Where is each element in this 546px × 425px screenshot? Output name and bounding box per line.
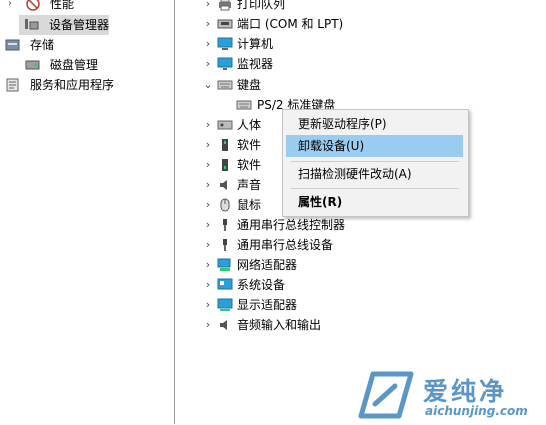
tree-item-label: 端口 (COM 和 LPT) — [237, 17, 344, 31]
chevron-right-icon[interactable]: › — [203, 14, 213, 34]
network-icon — [217, 258, 233, 272]
disk-management-icon — [25, 58, 41, 72]
menu-item-label: 属性(R) — [298, 195, 343, 209]
context-menu: 更新驱动程序(P) 卸载设备(U) 扫描检测硬件改动(A) 属性(R) — [282, 109, 469, 217]
device-manager-icon — [24, 18, 40, 32]
menu-separator — [291, 188, 459, 189]
watermark: 爱纯净 aichunjing.com — [355, 370, 545, 422]
chevron-right-icon[interactable]: › — [203, 215, 213, 235]
chevron-right-icon[interactable]: › — [203, 115, 213, 135]
tree-item-label: 软件 — [237, 138, 262, 152]
chevron-right-icon[interactable]: › — [203, 255, 213, 275]
services-icon — [5, 78, 21, 92]
keyboard-icon — [236, 98, 252, 112]
watermark-url: aichunjing.com — [425, 404, 528, 418]
watermark-logo-icon — [355, 370, 415, 422]
mouse-icon — [217, 198, 233, 212]
nav-item-label: 服务和应用程序 — [30, 78, 115, 92]
keyboard-icon — [217, 78, 233, 92]
chevron-right-icon[interactable]: › — [203, 0, 213, 14]
tree-item-label: 网络适配器 — [237, 258, 298, 272]
menu-item-scan-hardware[interactable]: 扫描检测硬件改动(A) — [286, 163, 463, 185]
chevron-right-icon[interactable]: › — [203, 175, 213, 195]
nav-item-label: 设备管理器 — [49, 18, 110, 32]
tree-item-label: 通用串行总线设备 — [237, 238, 334, 252]
printer-icon — [217, 0, 233, 11]
storage-icon — [5, 38, 21, 52]
navigation-pane: › 性能 设备管理器 存储 磁盘管理 服务和应用程序 — [0, 0, 175, 424]
chevron-right-icon[interactable]: › — [203, 315, 213, 335]
chevron-right-icon[interactable]: › — [203, 155, 213, 175]
menu-separator — [291, 161, 459, 162]
menu-item-update-driver[interactable]: 更新驱动程序(P) — [286, 113, 463, 135]
menu-item-uninstall-device[interactable]: 卸载设备(U) — [286, 135, 463, 157]
tree-item-label: 软件 — [237, 158, 262, 172]
audio-io-icon — [217, 318, 233, 332]
port-icon — [217, 17, 233, 31]
sound-icon — [217, 178, 233, 192]
menu-item-label: 卸载设备(U) — [298, 139, 365, 153]
tree-item-label: 键盘 — [237, 78, 262, 92]
computer-icon — [217, 37, 233, 51]
display-adapter-icon — [217, 298, 233, 312]
chevron-right-icon[interactable]: › — [203, 235, 213, 255]
tree-item-label: 声音 — [237, 178, 262, 192]
chevron-down-icon[interactable]: ⌄ — [203, 75, 213, 95]
tree-item-label: 系统设备 — [237, 278, 286, 292]
tree-item-label: 打印队列 — [237, 0, 286, 11]
performance-icon — [25, 0, 41, 11]
menu-item-properties[interactable]: 属性(R) — [286, 191, 463, 213]
system-icon — [217, 278, 233, 292]
hid-icon — [217, 118, 233, 132]
nav-item-device-manager[interactable]: 设备管理器 — [19, 15, 109, 35]
chevron-right-icon[interactable]: › — [203, 195, 213, 215]
usb-icon — [217, 218, 233, 232]
menu-item-label: 扫描检测硬件改动(A) — [298, 167, 412, 181]
nav-item-label: 磁盘管理 — [50, 58, 99, 72]
tree-item-label: 通用串行总线控制器 — [237, 218, 346, 232]
chevron-right-icon[interactable]: › — [203, 275, 213, 295]
menu-item-label: 更新驱动程序(P) — [298, 117, 387, 131]
tree-item-label: 显示适配器 — [237, 298, 298, 312]
tree-item-label: 计算机 — [237, 37, 274, 51]
chevron-right-icon[interactable]: › — [203, 54, 213, 74]
chevron-right-icon[interactable]: › — [8, 0, 12, 14]
chevron-right-icon[interactable]: › — [203, 295, 213, 315]
tree-item-label: 监视器 — [237, 57, 274, 71]
nav-item-label: 性能 — [50, 0, 75, 11]
software-icon — [217, 138, 233, 152]
tree-item-label: 人体 — [237, 118, 262, 132]
chevron-right-icon[interactable]: › — [203, 34, 213, 54]
tree-item-label: 鼠标 — [237, 198, 262, 212]
tree-item-label: 音频输入和输出 — [237, 318, 322, 332]
software-device-icon — [217, 158, 233, 172]
usb-icon — [217, 238, 233, 252]
nav-item-label: 存储 — [30, 38, 55, 52]
monitor-icon — [217, 57, 233, 71]
watermark-brand: 爱纯净 — [423, 377, 508, 406]
chevron-right-icon[interactable]: › — [203, 135, 213, 155]
